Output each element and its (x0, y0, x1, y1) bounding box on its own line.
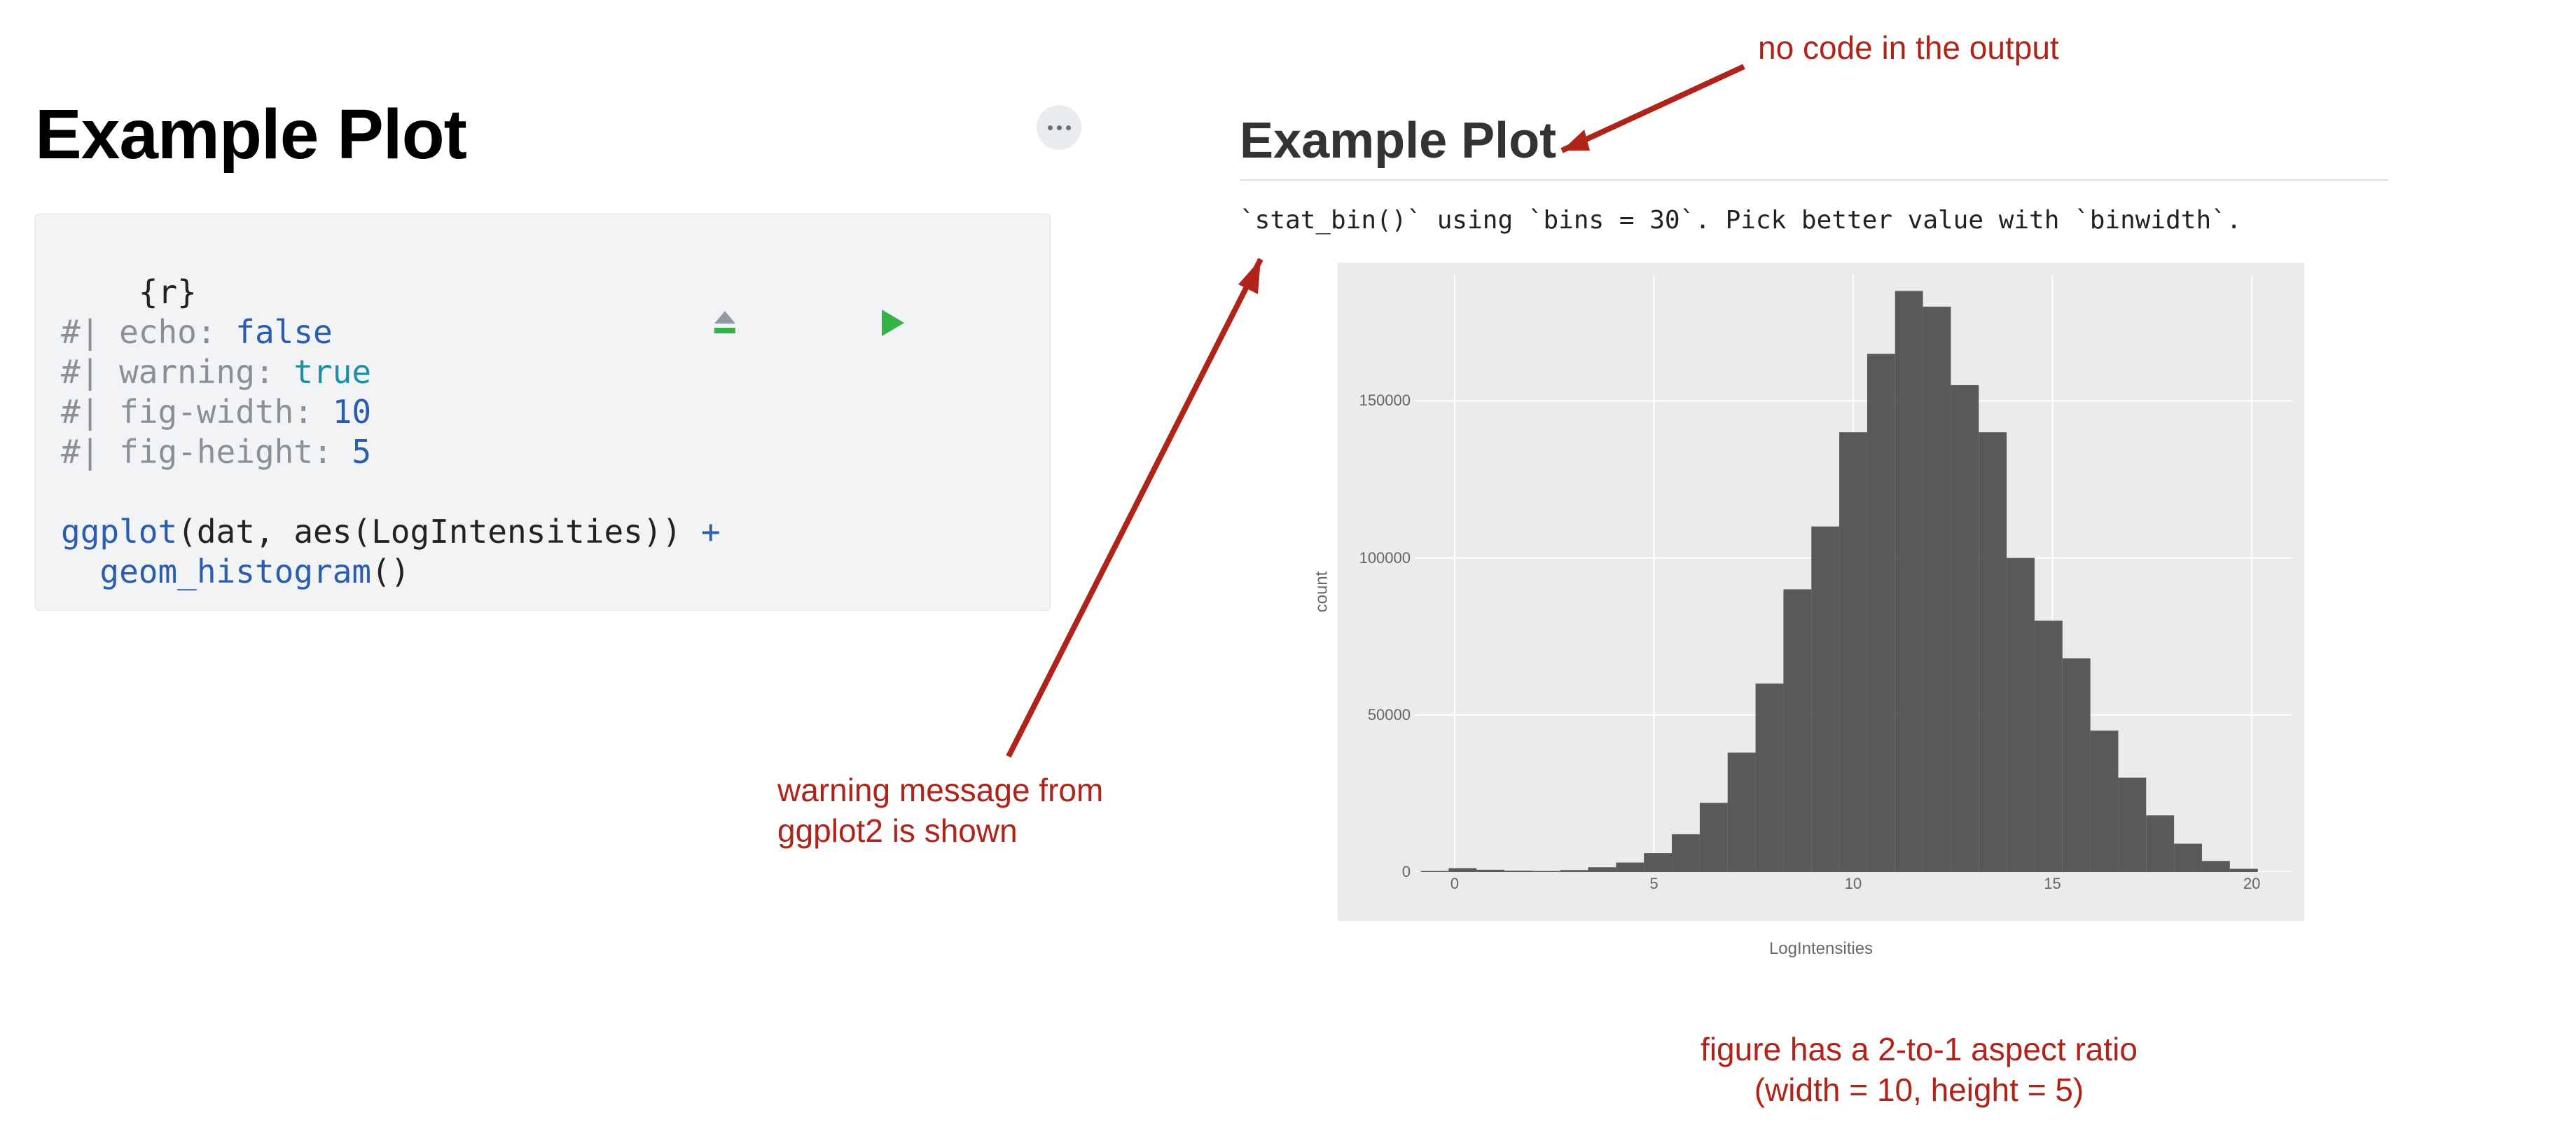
y-tick-label: 100000 (1359, 549, 1411, 567)
code-chunk[interactable]: {r} #| echo: false #| warning: true #| f… (35, 214, 1051, 611)
chunk-options-button[interactable] (1037, 105, 1081, 150)
source-title: Example Plot (35, 98, 1051, 172)
source-panel: Example Plot {r} #| echo: false #| warni… (35, 98, 1051, 611)
x-tick-label: 15 (2044, 875, 2061, 893)
annotation-aspect-ratio: figure has a 2-to-1 aspect ratio (width … (1632, 1030, 2206, 1110)
plot-container: count LogIntensities 0500001000001500000… (1338, 263, 2388, 921)
histogram-plot: count LogIntensities 0500001000001500000… (1338, 263, 2304, 921)
x-tick-label: 5 (1649, 875, 1658, 893)
x-tick-label: 0 (1450, 875, 1459, 893)
output-title: Example Plot (1240, 112, 2388, 181)
y-axis-label: count (1312, 572, 1331, 613)
y-tick-label: 50000 (1368, 706, 1411, 724)
arrow-warning-icon (995, 231, 1289, 770)
annotation-warning-shown: warning message from ggplot2 is shown (777, 770, 1103, 851)
chunk-toolbar (709, 227, 1034, 419)
y-tick-label: 150000 (1359, 392, 1411, 410)
x-tick-label: 20 (2243, 875, 2260, 893)
arrow-no-code-icon (1534, 53, 1758, 172)
x-tick-label: 10 (1845, 875, 1862, 893)
rendered-output-panel: Example Plot `stat_bin()` using `bins = … (1240, 112, 2388, 921)
run-all-above-button[interactable] (709, 227, 864, 419)
plot-panel (1415, 275, 2292, 872)
warning-message: `stat_bin()` using `bins = 30`. Pick bet… (1240, 206, 2388, 235)
code-line: {r} #| echo: false #| warning: true #| f… (61, 273, 721, 590)
annotation-no-code: no code in the output (1758, 28, 2059, 69)
y-tick-label: 0 (1402, 863, 1411, 881)
x-axis-label: LogIntensities (1338, 939, 2304, 959)
